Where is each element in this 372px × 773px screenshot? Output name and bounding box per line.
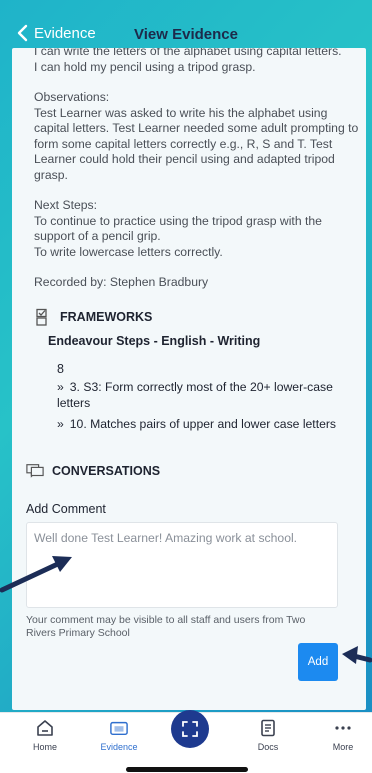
visibility-note: Your comment may be visible to all staff… [26, 614, 306, 639]
framework-item: » 10. Matches pairs of upper and lower ca… [57, 416, 357, 432]
frameworks-heading-label: FRAMEWORKS [60, 310, 153, 324]
annotation-arrow-icon [342, 646, 372, 664]
docs-icon [261, 719, 275, 737]
page-title: View Evidence [134, 26, 238, 43]
tab-docs-label: Docs [257, 742, 279, 752]
evidence-icon [110, 721, 128, 736]
conversations-heading: CONVERSATIONS [26, 462, 160, 480]
observations-heading: Observations: [34, 90, 110, 104]
add-comment-button[interactable]: Add [298, 643, 338, 681]
annotation-arrow-icon [0, 556, 72, 593]
scan-icon [182, 721, 198, 737]
home-indicator [126, 767, 248, 772]
observations-text: Test Learner was asked to write his the … [34, 105, 359, 182]
chat-icon [26, 464, 44, 478]
recorded-by: Recorded by: Stephen Bradbury [34, 275, 209, 289]
next-steps-2: To write lowercase letters correctly. [34, 244, 223, 259]
framework-name: Endeavour Steps - English - Writing [48, 334, 261, 348]
tab-home-label: Home [32, 742, 57, 752]
conversations-heading-label: CONVERSATIONS [52, 464, 161, 478]
framework-item: » 3. S3: Form correctly most of the 20+ l… [57, 379, 357, 411]
home-icon [37, 720, 53, 736]
evidence-text: I can write the letters of the alphabet … [34, 48, 364, 291]
tab-evidence[interactable]: Evidence [89, 719, 149, 752]
frameworks-heading: FRAMEWORKS [34, 308, 152, 326]
grasp-line: I can hold my pencil using a tripod gras… [34, 59, 256, 74]
tab-more[interactable]: More [313, 719, 372, 752]
chevron-right-icon: » [57, 417, 64, 431]
framework-level: 8 [57, 362, 64, 376]
tab-home[interactable]: Home [15, 719, 75, 752]
checklist-icon [36, 308, 47, 326]
more-icon [335, 726, 351, 730]
framework-item-text: 10. Matches pairs of upper and lower cas… [69, 417, 337, 431]
add-comment-label: Add Comment [26, 502, 106, 516]
scan-button[interactable] [171, 710, 209, 748]
framework-item-text: 3. S3: Form correctly most of the 20+ lo… [57, 380, 333, 410]
tab-docs[interactable]: Docs [238, 719, 298, 752]
next-steps-1: To continue to practice using the tripod… [34, 213, 322, 244]
clipped-line: I can write the letters of the alphabet … [34, 48, 342, 58]
tab-more-label: More [332, 742, 354, 752]
tab-evidence-label: Evidence [100, 742, 138, 752]
next-steps-heading: Next Steps: [34, 198, 97, 212]
chevron-right-icon: » [57, 380, 64, 394]
